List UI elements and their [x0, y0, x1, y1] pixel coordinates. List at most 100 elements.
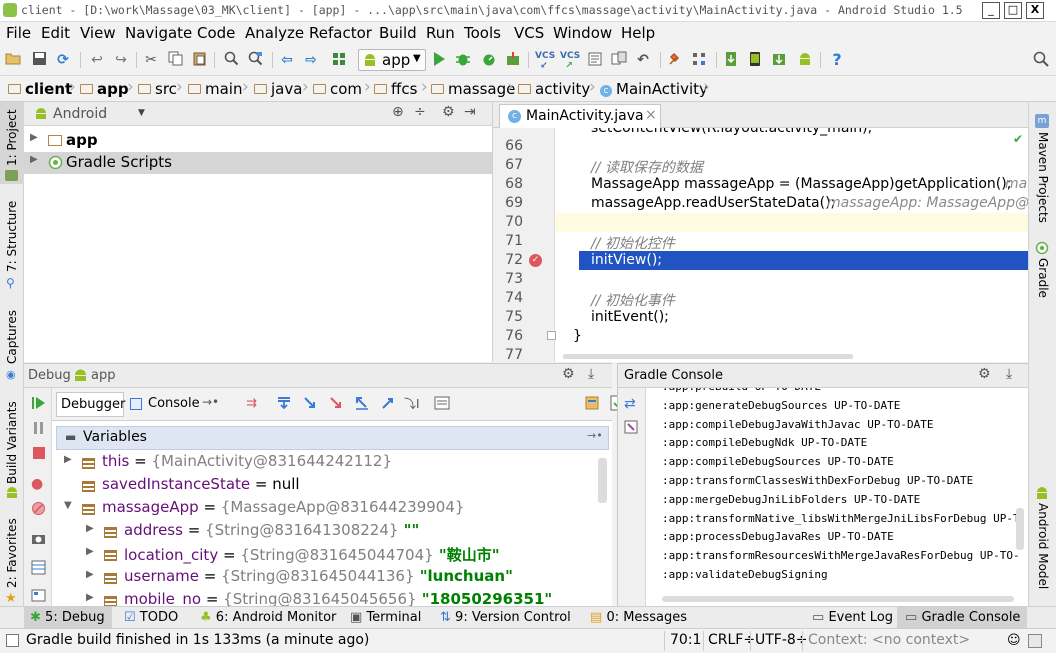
chevron-right-icon[interactable]: ▶ [86, 523, 94, 534]
project-tool-label[interactable]: 1: Project [5, 109, 19, 166]
chevron-right-icon[interactable]: ▶ [86, 546, 94, 557]
variables-scrollbar[interactable] [598, 458, 607, 503]
attach-icon[interactable] [504, 51, 522, 69]
gradle-console-scrollbar[interactable] [1016, 508, 1024, 550]
forward-icon[interactable]: ⇨ [302, 51, 320, 69]
menu-run[interactable]: Run [426, 24, 455, 42]
help-icon[interactable]: ? [828, 51, 846, 69]
mute-breakpoints-icon[interactable] [31, 501, 46, 520]
breakpoint-icon[interactable]: ✓ [529, 254, 542, 267]
drop-frame-icon[interactable] [380, 395, 396, 415]
pin-icon[interactable]: →• [587, 429, 603, 442]
compare-icon[interactable] [610, 51, 628, 69]
step-over-icon[interactable] [276, 395, 292, 415]
android-model-tool-label[interactable]: Android Model [1036, 503, 1050, 589]
toggle-tool-buttons-icon[interactable] [6, 634, 19, 647]
tool-window-terminal[interactable]: ▣ Terminal [350, 610, 421, 625]
breadcrumb-app[interactable]: app [80, 80, 129, 98]
tool-window-todo[interactable]: ☑ TODO [124, 610, 178, 625]
revert-icon[interactable]: ↶ [634, 51, 652, 69]
build-variants-tool-label[interactable]: Build Variants [5, 401, 19, 484]
stop-icon[interactable] [32, 446, 46, 464]
sync-gradle-icon[interactable] [770, 51, 788, 69]
make-icon[interactable] [330, 51, 348, 69]
tool-window-event-log[interactable]: ▭ Event Log [812, 610, 893, 625]
chevron-down-icon[interactable]: ▼ [64, 500, 72, 511]
cut-icon[interactable]: ✂ [142, 51, 160, 69]
tool-window-debug-label[interactable]: ✱ 5: Debug [30, 610, 105, 625]
collapse-icon[interactable]: ▬ [65, 430, 76, 444]
captures-tool-label[interactable]: Captures [5, 310, 19, 364]
gear-icon[interactable]: ⚙ [978, 366, 991, 382]
search-everywhere-icon[interactable] [1032, 51, 1050, 69]
paste-icon[interactable] [190, 51, 208, 69]
tool-window-messages[interactable]: ▤ 0: Messages [590, 610, 687, 625]
restore-layout-icon[interactable] [584, 395, 600, 415]
context-indicator[interactable]: Context: <no context> [808, 632, 970, 648]
gradle-console-hscrollbar[interactable] [662, 596, 1014, 602]
view-breakpoints-icon[interactable]: ● [31, 476, 43, 492]
tab-debugger[interactable]: Debugger [56, 392, 125, 417]
chevron-right-icon[interactable]: ▶ [86, 592, 94, 603]
structure-icon[interactable] [690, 51, 708, 69]
menu-build[interactable]: Build [379, 24, 417, 42]
gradle-tool-label[interactable]: Gradle [1036, 258, 1050, 298]
inspector-icon[interactable]: ☺ [1007, 633, 1021, 648]
undo-icon[interactable]: ↩ [88, 51, 106, 69]
menu-navigate[interactable]: Navigate [125, 24, 192, 42]
minimize-button[interactable]: _ [982, 2, 1000, 19]
favorites-tool-label[interactable]: 2: Favorites [5, 518, 19, 588]
project-structure-icon[interactable] [666, 51, 684, 69]
menu-tools[interactable]: Tools [464, 24, 501, 42]
breadcrumb-activity[interactable]: activity [518, 80, 590, 98]
breadcrumb-com[interactable]: com [313, 80, 362, 98]
editor-horizontal-scrollbar[interactable] [563, 354, 853, 359]
evaluate-expression-icon[interactable] [434, 395, 450, 415]
tool-window-android-monitor[interactable]: ♣ 6: Android Monitor [200, 610, 336, 625]
run-icon[interactable] [430, 51, 448, 69]
menu-edit[interactable]: Edit [41, 24, 70, 42]
vcs-commit-icon[interactable]: VCS ↗ [560, 51, 580, 71]
caret-position[interactable]: 70:1 [670, 632, 701, 648]
encoding-select[interactable]: UTF-8÷ [755, 632, 808, 648]
close-button[interactable]: X [1026, 2, 1044, 19]
breadcrumb-src[interactable]: src [138, 80, 177, 98]
debug-icon[interactable] [454, 51, 472, 69]
menu-window[interactable]: Window [553, 24, 612, 42]
gear-icon[interactable]: ⚙ [562, 366, 575, 382]
step-into-icon[interactable] [302, 395, 318, 415]
menu-analyze[interactable]: Analyze [245, 24, 304, 42]
open-icon[interactable] [4, 51, 22, 69]
history-icon[interactable] [586, 51, 604, 69]
maximize-button[interactable]: □ [1004, 2, 1022, 19]
breadcrumb-mainactivity[interactable]: c MainActivity [600, 80, 708, 98]
pause-icon[interactable] [32, 421, 46, 439]
collapse-all-icon[interactable]: ÷ [414, 104, 426, 120]
android-monitor-icon[interactable] [796, 51, 814, 69]
maven-projects-tool-label[interactable]: Maven Projects [1036, 132, 1050, 223]
step-out-icon[interactable] [354, 395, 370, 415]
resume-icon[interactable] [32, 396, 46, 414]
project-view-select[interactable]: Android [53, 106, 107, 122]
breadcrumb-main[interactable]: main [188, 80, 242, 98]
fold-icon[interactable] [547, 331, 556, 340]
show-execution-point-icon[interactable]: ⇉ [246, 396, 257, 411]
camera-icon[interactable] [31, 531, 46, 550]
structure-tool-label[interactable]: 7: Structure [5, 201, 19, 272]
settings-icon[interactable] [31, 588, 46, 607]
menu-help[interactable]: Help [621, 24, 655, 42]
force-step-into-icon[interactable] [328, 395, 344, 415]
chevron-down-icon[interactable]: ▼ [138, 108, 145, 118]
chevron-right-icon[interactable]: ▶ [30, 132, 38, 143]
chevron-right-icon[interactable]: ▶ [86, 569, 94, 580]
layout-icon[interactable] [31, 560, 46, 579]
breadcrumb-java[interactable]: java [254, 80, 302, 98]
avd-manager-icon[interactable] [746, 51, 764, 69]
chevron-right-icon[interactable]: ▶ [64, 454, 72, 465]
run-configuration-select[interactable]: app ▼ [358, 49, 426, 71]
chevron-right-icon[interactable]: ▶ [30, 154, 38, 165]
menu-refactor[interactable]: Refactor [309, 24, 372, 42]
gear-icon[interactable]: ⚙ [442, 104, 455, 120]
save-icon[interactable] [30, 51, 48, 69]
back-icon[interactable]: ⇦ [278, 51, 296, 69]
